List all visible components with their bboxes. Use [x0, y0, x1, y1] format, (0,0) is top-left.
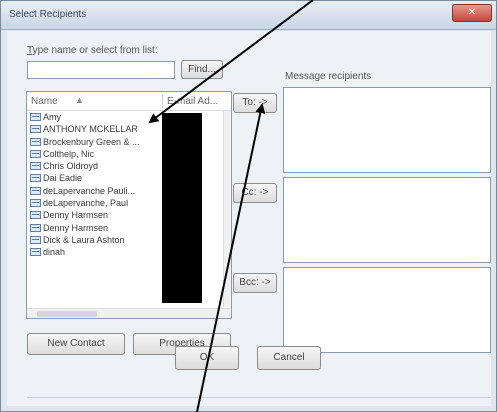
annotation-arrow-to-button — [196, 103, 266, 412]
annotation-arrow-contacts — [148, 0, 314, 124]
annotation-arrows — [148, 0, 314, 412]
